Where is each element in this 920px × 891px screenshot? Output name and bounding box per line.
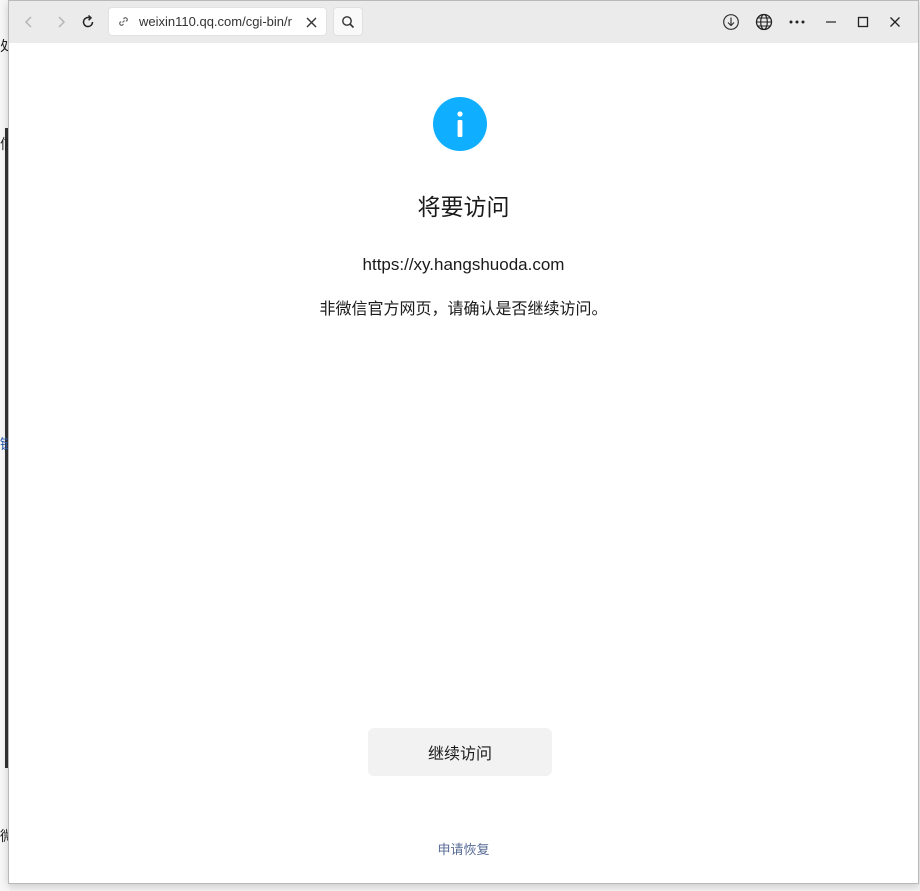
refresh-icon[interactable] [73,7,103,37]
address-bar[interactable]: weixin110.qq.com/cgi-bin/r [108,7,327,36]
more-icon[interactable] [782,7,812,37]
page-content: 将要访问 https://xy.hangshuoda.com 非微信官方网页，请… [9,43,918,883]
download-icon[interactable] [716,7,746,37]
address-url[interactable]: weixin110.qq.com/cgi-bin/r [139,14,299,29]
search-icon[interactable] [333,7,363,36]
maximize-icon[interactable] [848,7,878,37]
page-title: 将要访问 [417,195,510,221]
forward-icon[interactable] [46,7,76,37]
link-icon [117,15,131,29]
continue-button[interactable]: 继续访问 [368,728,552,776]
info-icon [433,97,487,151]
browser-window: weixin110.qq.com/cgi-bin/r 将要访问 https://… [8,0,919,884]
warning-message: 非微信官方网页，请确认是否继续访问。 [319,299,608,318]
recover-link[interactable]: 申请恢复 [9,839,918,858]
globe-icon[interactable] [749,7,779,37]
target-url: https://xy.hangshuoda.com [362,255,565,274]
back-icon[interactable] [14,7,44,37]
window-close-icon[interactable] [880,7,910,37]
minimize-icon[interactable] [816,7,846,37]
browser-toolbar: weixin110.qq.com/cgi-bin/r [9,1,918,43]
close-icon[interactable] [302,13,320,31]
